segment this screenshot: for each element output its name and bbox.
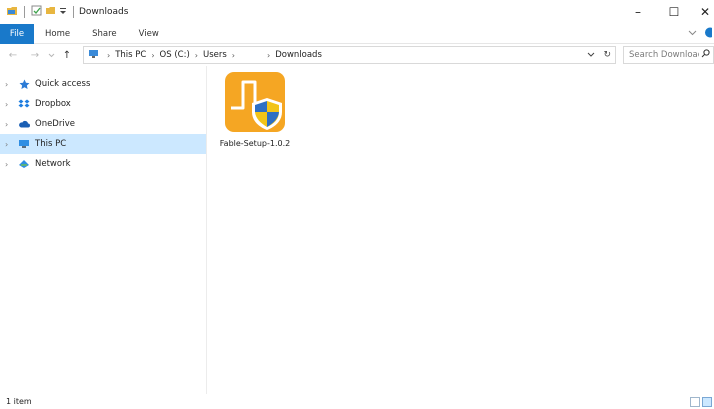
breadcrumb-os-c[interactable]: OS (C:) [160, 50, 190, 60]
expand-ribbon-icon[interactable] [688, 29, 697, 39]
breadcrumb-this-pc[interactable]: This PC [115, 50, 146, 60]
breadcrumb-chevron-icon[interactable]: › [195, 51, 198, 60]
computer-icon [17, 138, 31, 150]
file-name: Fable-Setup-1.0.2 [219, 139, 291, 148]
refresh-button[interactable]: ↻ [603, 50, 611, 60]
ribbon-tabs: File Home Share View [0, 23, 714, 44]
address-bar[interactable]: › This PC › OS (C:) › Users › › Download… [83, 46, 616, 64]
title-bar: Downloads – ☐ ✕ [0, 0, 714, 24]
folder-icon [6, 5, 18, 19]
nav-item-quick-access[interactable]: › Quick access [0, 74, 206, 94]
network-icon [17, 158, 31, 170]
search-input[interactable] [629, 50, 699, 60]
expand-chevron-icon[interactable]: › [5, 80, 17, 89]
address-history-dropdown-icon[interactable] [587, 50, 595, 60]
breadcrumb-chevron-icon[interactable]: › [151, 51, 154, 60]
nav-item-label: OneDrive [35, 119, 75, 129]
address-row: ← → ↑ › This PC › OS (C:) › Users › › Do… [0, 44, 714, 66]
large-icons-view-icon[interactable] [702, 396, 712, 407]
minimize-button[interactable]: – [620, 0, 656, 24]
nav-item-label: Dropbox [35, 99, 71, 109]
quick-access-toolbar [6, 5, 77, 19]
item-count: 1 item [6, 397, 32, 406]
nav-item-label: Quick access [35, 79, 91, 89]
this-pc-location-icon [88, 49, 99, 62]
expand-chevron-icon[interactable]: › [5, 100, 17, 109]
installer-shield-icon [223, 70, 287, 137]
search-icon[interactable] [701, 49, 710, 61]
search-box[interactable] [623, 46, 714, 64]
nav-item-this-pc[interactable]: › This PC [0, 134, 206, 154]
window-title: Downloads [79, 7, 129, 17]
back-button[interactable]: ← [6, 46, 20, 64]
tab-file[interactable]: File [0, 23, 34, 44]
ribbon-right-controls [688, 24, 714, 44]
nav-item-dropbox[interactable]: › Dropbox [0, 94, 206, 114]
breadcrumb: › This PC › OS (C:) › Users › › Download… [102, 50, 322, 60]
dropbox-icon [17, 98, 31, 110]
maximize-button[interactable]: ☐ [656, 0, 692, 24]
navigation-pane: › Quick access › Dropbox › OneDrive › Th… [0, 66, 207, 394]
details-view-icon[interactable] [690, 396, 700, 407]
title-divider [73, 6, 74, 18]
nav-item-label: This PC [35, 139, 67, 149]
up-button[interactable]: ↑ [60, 46, 74, 64]
customize-toolbar-icon[interactable] [59, 7, 67, 18]
window-controls: – ☐ ✕ [620, 0, 714, 24]
help-icon[interactable] [703, 27, 714, 41]
breadcrumb-users[interactable]: Users [203, 50, 227, 60]
nav-item-onedrive[interactable]: › OneDrive [0, 114, 206, 134]
breadcrumb-chevron-icon[interactable]: › [267, 51, 270, 60]
recent-locations-icon[interactable] [46, 46, 56, 64]
close-button[interactable]: ✕ [692, 0, 714, 24]
properties-icon[interactable] [31, 5, 42, 19]
forward-button[interactable]: → [28, 46, 42, 64]
address-controls: ↻ [583, 47, 615, 63]
new-folder-icon[interactable] [45, 5, 56, 19]
status-bar: 1 item [0, 394, 714, 409]
file-list-pane: Fable-Setup-1.0.2 [208, 66, 714, 394]
breadcrumb-downloads[interactable]: Downloads [275, 50, 322, 60]
cloud-icon [17, 118, 31, 130]
expand-chevron-icon[interactable]: › [5, 120, 17, 129]
breadcrumb-chevron-icon[interactable]: › [107, 51, 110, 60]
file-item[interactable]: Fable-Setup-1.0.2 [216, 70, 294, 148]
breadcrumb-chevron-icon[interactable]: › [232, 51, 235, 60]
expand-chevron-icon[interactable]: › [5, 140, 17, 149]
expand-chevron-icon[interactable]: › [5, 160, 17, 169]
tab-home[interactable]: Home [34, 24, 81, 44]
nav-item-label: Network [35, 159, 71, 169]
nav-item-network[interactable]: › Network [0, 154, 206, 174]
star-icon [17, 78, 31, 90]
tab-share[interactable]: Share [81, 24, 128, 44]
toolbar-divider [24, 6, 25, 18]
view-toggles [690, 394, 714, 409]
tab-view[interactable]: View [128, 24, 170, 44]
